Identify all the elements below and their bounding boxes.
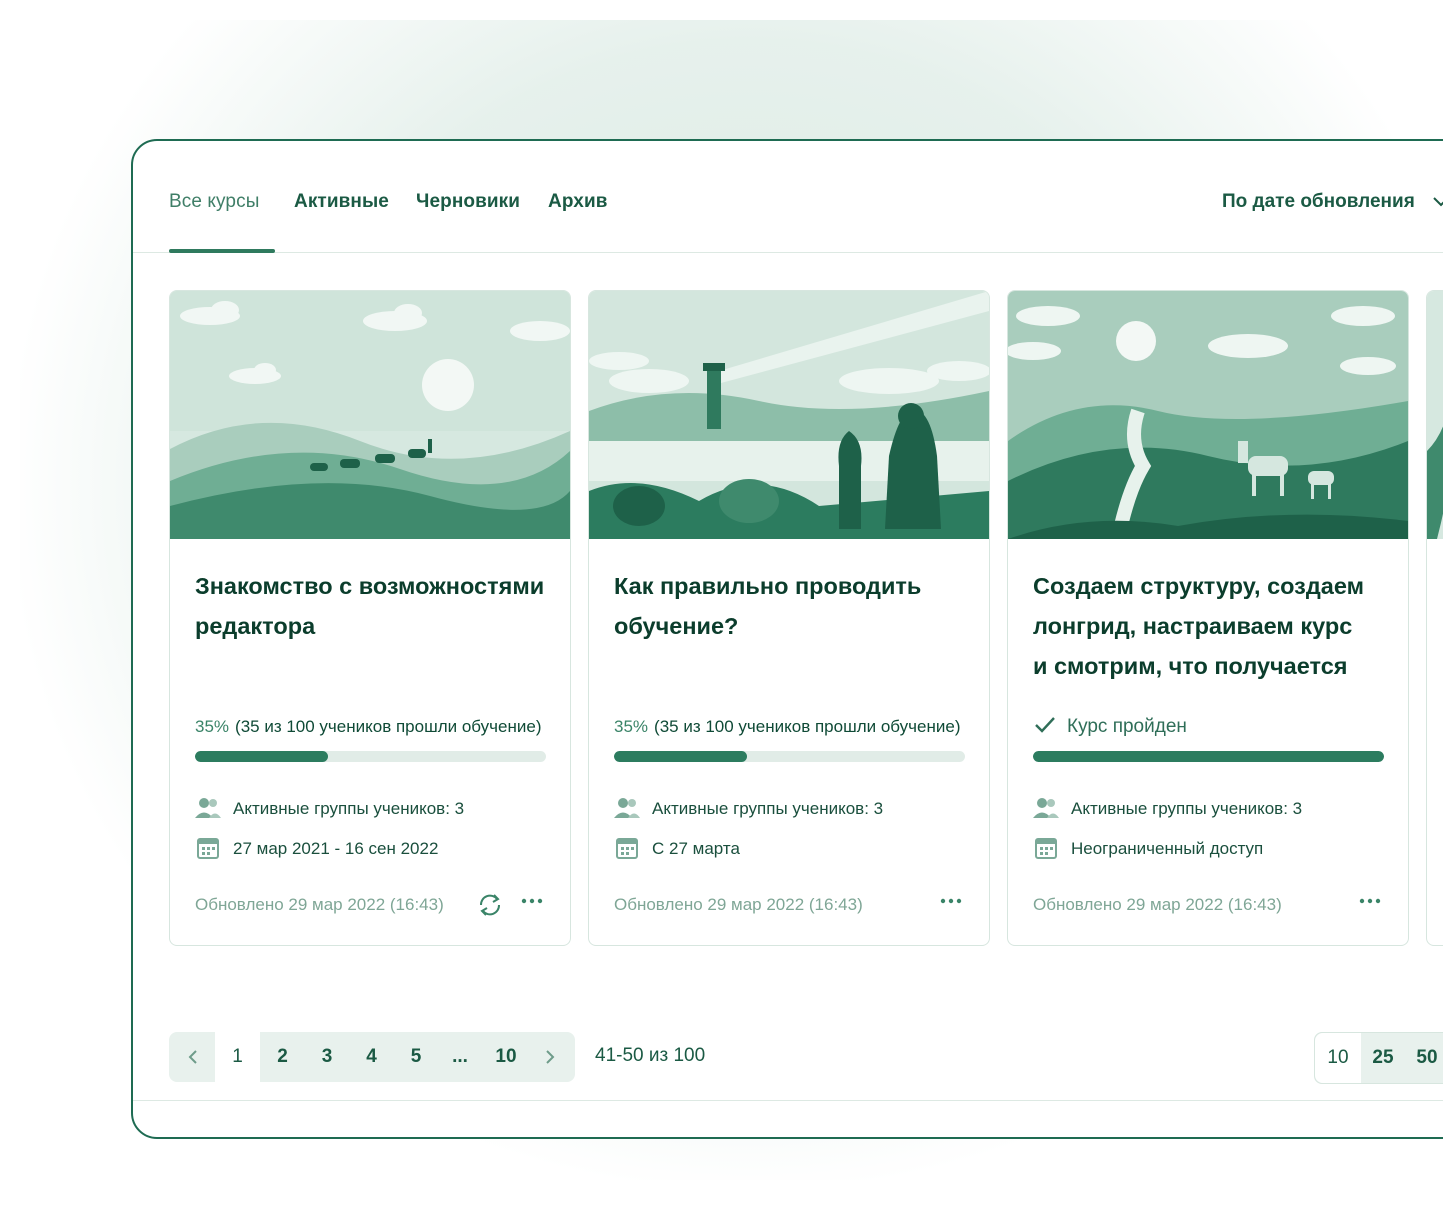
progress-bar bbox=[195, 751, 546, 762]
page-2[interactable]: 2 bbox=[260, 1032, 305, 1082]
updated-timestamp: Обновлено 29 мар 2022 (16:43) bbox=[614, 895, 863, 914]
more-options-icon[interactable] bbox=[520, 893, 544, 909]
tab-drafts[interactable]: Черновики bbox=[416, 191, 520, 213]
progress-bar bbox=[1033, 751, 1384, 762]
footer-divider bbox=[133, 1100, 1443, 1101]
course-card-partial[interactable] bbox=[1426, 290, 1443, 946]
per-page-10[interactable]: 10 bbox=[1315, 1033, 1361, 1083]
course-card[interactable]: Знакомство с возможностями редактора 35%… bbox=[169, 290, 571, 946]
course-illustration-plant bbox=[1427, 291, 1443, 539]
chevron-right-icon[interactable] bbox=[545, 1049, 555, 1065]
more-options-icon[interactable] bbox=[939, 893, 963, 909]
per-page-50[interactable]: 50 bbox=[1405, 1033, 1443, 1083]
courses-window: Все курсы Активные Черновики Архив По да… bbox=[131, 139, 1443, 1139]
page-10[interactable]: 10 bbox=[482, 1032, 530, 1082]
active-groups: Активные группы учеников: 3 bbox=[195, 796, 464, 820]
course-illustration-deer bbox=[1008, 291, 1408, 539]
course-dates: 27 мар 2021 - 16 сен 2022 bbox=[195, 836, 438, 860]
tabs-bar: Все курсы Активные Черновики Архив По да… bbox=[133, 141, 1443, 253]
per-page-selector: 10 25 50 bbox=[1314, 1032, 1443, 1084]
page-1[interactable]: 1 bbox=[215, 1032, 260, 1082]
tab-active[interactable]: Активные bbox=[294, 191, 389, 213]
page-ellipsis: ... bbox=[452, 1046, 468, 1067]
course-dates: С 27 марта bbox=[614, 836, 740, 860]
page-4[interactable]: 4 bbox=[349, 1032, 394, 1082]
progress-description: (35 из 100 учеников прошли обучение) bbox=[654, 717, 961, 736]
progress-description: (35 из 100 учеников прошли обучение) bbox=[235, 717, 542, 736]
per-page-25[interactable]: 25 bbox=[1361, 1033, 1405, 1083]
users-icon bbox=[195, 798, 221, 818]
progress-text: 35% (35 из 100 учеников прошли обучение) bbox=[614, 717, 960, 737]
course-title[interactable]: Создаем структуру, создаем лонгрид, наст… bbox=[1033, 566, 1393, 686]
more-options-icon[interactable] bbox=[1358, 893, 1382, 909]
tab-archive[interactable]: Архив bbox=[548, 191, 608, 213]
course-dates: Неограниченный доступ bbox=[1033, 836, 1263, 860]
pagination: 1 2 3 4 5 ... 10 bbox=[169, 1032, 575, 1082]
updated-timestamp: Обновлено 29 мар 2022 (16:43) bbox=[195, 895, 444, 914]
sort-label: По дате обновления bbox=[1222, 191, 1415, 212]
users-icon bbox=[614, 798, 640, 818]
course-title[interactable]: Знакомство с возможностями редактора bbox=[195, 566, 555, 646]
active-groups: Активные группы учеников: 3 bbox=[1033, 796, 1302, 820]
sort-dropdown[interactable]: По дате обновления bbox=[1222, 191, 1443, 213]
calendar-icon bbox=[616, 838, 638, 859]
progress-percent: 35% bbox=[195, 717, 230, 736]
updated-timestamp: Обновлено 29 мар 2022 (16:43) bbox=[1033, 895, 1282, 914]
tab-all-courses[interactable]: Все курсы bbox=[169, 191, 259, 213]
progress-bar bbox=[614, 751, 965, 762]
sync-icon[interactable] bbox=[477, 894, 503, 916]
course-card[interactable]: Как правильно проводить обучение? 35% (35… bbox=[588, 290, 990, 946]
pagination-range: 41-50 из 100 bbox=[595, 1045, 706, 1066]
calendar-icon bbox=[197, 838, 219, 859]
chevron-left-icon[interactable] bbox=[188, 1049, 198, 1065]
course-card[interactable]: Создаем структуру, создаем лонгрид, наст… bbox=[1007, 290, 1409, 946]
active-tab-indicator bbox=[169, 249, 275, 253]
users-icon bbox=[1033, 798, 1059, 818]
page-3[interactable]: 3 bbox=[305, 1032, 349, 1082]
course-illustration-desert bbox=[170, 291, 570, 539]
chevron-down-icon bbox=[1433, 197, 1443, 207]
progress-percent: 35% bbox=[614, 717, 649, 736]
check-icon bbox=[1035, 717, 1055, 733]
course-completed-status: Курс пройден bbox=[1033, 715, 1187, 738]
course-title[interactable]: Как правильно проводить обучение? bbox=[614, 566, 974, 646]
progress-text: 35% (35 из 100 учеников прошли обучение) bbox=[195, 717, 541, 737]
calendar-icon bbox=[1035, 838, 1057, 859]
page-5[interactable]: 5 bbox=[394, 1032, 438, 1082]
active-groups: Активные группы учеников: 3 bbox=[614, 796, 883, 820]
course-illustration-lighthouse bbox=[589, 291, 989, 539]
